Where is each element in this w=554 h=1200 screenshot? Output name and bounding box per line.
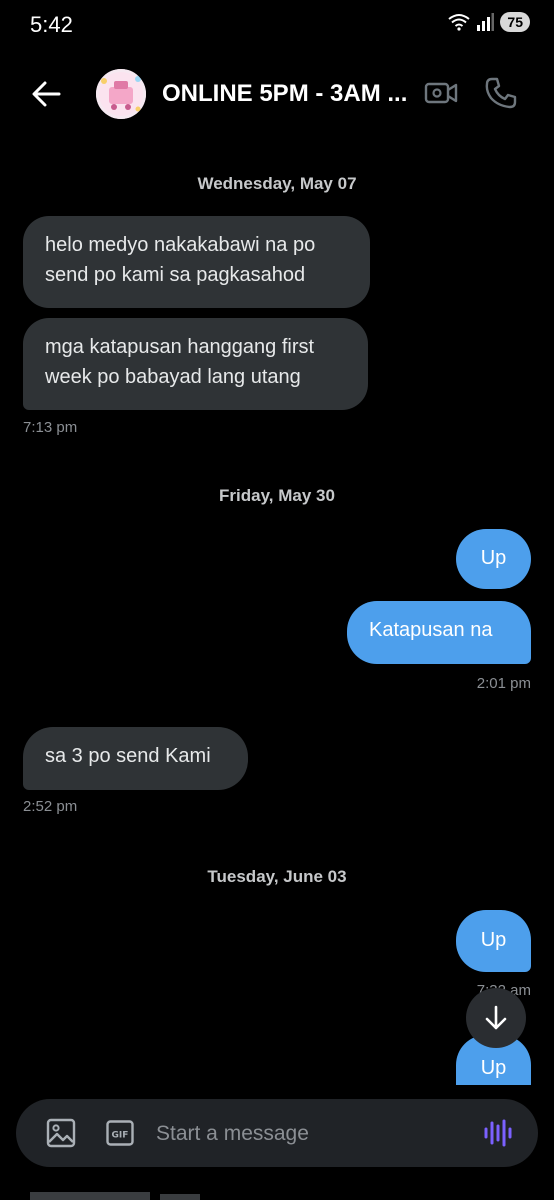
chat-header: ONLINE 5PM - 3AM ... xyxy=(0,62,554,126)
date-separator: Wednesday, May 07 xyxy=(197,174,357,193)
bottom-strip xyxy=(0,1186,554,1200)
signal-icon xyxy=(477,13,495,31)
outgoing-message[interactable]: Up xyxy=(456,910,531,972)
message-text-line: week po babayad lang utang xyxy=(45,366,301,388)
message-timestamp: 2:52 pm xyxy=(23,798,78,815)
scroll-to-bottom-button[interactable] xyxy=(466,988,526,1048)
voice-message-button[interactable] xyxy=(482,1117,514,1149)
avatar-image xyxy=(96,69,146,119)
message-timestamp: 7:13 pm xyxy=(23,419,78,436)
back-button[interactable] xyxy=(28,76,64,112)
phone-call-button[interactable] xyxy=(484,76,520,112)
status-time: 5:42 xyxy=(30,12,73,37)
wifi-icon xyxy=(448,14,471,31)
status-bar: 5:42 75 xyxy=(0,0,554,52)
message-text-line: send po kami sa pagkasahod xyxy=(45,264,306,286)
status-icons: 75 xyxy=(448,12,530,32)
avatar[interactable] xyxy=(96,69,146,119)
gif-icon: GIF xyxy=(106,1120,134,1146)
incoming-message[interactable]: helo medyo nakakabawi na po send po kami… xyxy=(23,216,370,308)
message-text-line: mga katapusan hanggang first xyxy=(45,336,315,358)
add-media-button[interactable] xyxy=(46,1118,76,1148)
date-separator: Tuesday, June 03 xyxy=(207,867,347,886)
battery-icon: 75 xyxy=(500,12,530,32)
message-timestamp: 2:01 pm xyxy=(476,675,531,692)
message-text: Up xyxy=(480,929,507,951)
message-text: Katapusan na xyxy=(369,619,493,641)
message-composer: GIF xyxy=(16,1099,538,1167)
message-text: Up xyxy=(480,1057,507,1079)
bottom-strip-lines xyxy=(30,1192,200,1200)
video-call-button[interactable] xyxy=(424,76,462,112)
voice-icon xyxy=(484,1119,512,1147)
gif-button[interactable]: GIF xyxy=(106,1120,134,1146)
outgoing-message[interactable]: Up xyxy=(456,529,531,589)
outgoing-message[interactable]: Katapusan na xyxy=(347,601,531,664)
message-text-line: helo medyo nakakabawi na po xyxy=(45,234,316,256)
image-icon xyxy=(46,1118,76,1148)
arrow-down-icon xyxy=(485,1005,507,1030)
phone-call-icon xyxy=(485,77,517,109)
incoming-message[interactable]: mga katapusan hanggang first week po bab… xyxy=(23,318,368,410)
incoming-message[interactable]: sa 3 po send Kami xyxy=(23,727,248,790)
date-separator: Friday, May 30 xyxy=(219,486,335,505)
chat-title[interactable]: ONLINE 5PM - 3AM ... xyxy=(162,80,407,108)
message-text: sa 3 po send Kami xyxy=(45,745,211,767)
message-text: Up xyxy=(480,547,507,569)
gif-label: GIF xyxy=(112,1131,129,1141)
message-input[interactable] xyxy=(154,1112,458,1156)
video-call-icon xyxy=(424,82,458,104)
back-arrow-icon xyxy=(32,81,61,107)
